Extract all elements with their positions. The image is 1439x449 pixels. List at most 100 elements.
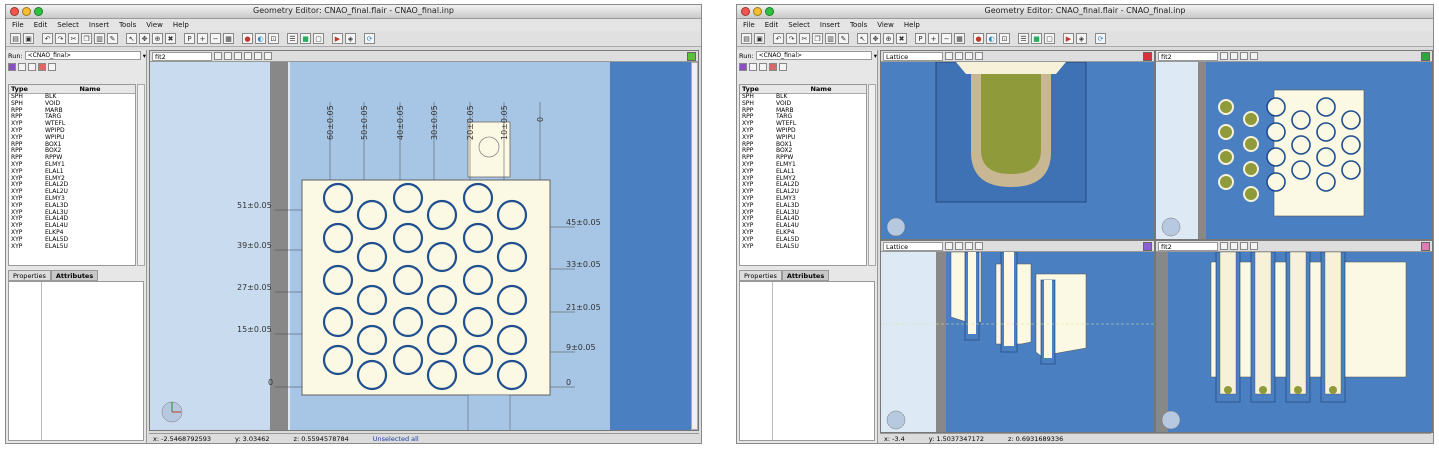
table-row[interactable]: XYP ELMY1 (9, 161, 135, 169)
table-row[interactable]: RPP TARG (9, 114, 135, 121)
table-row[interactable]: RPP MARB (9, 107, 135, 115)
table-row[interactable]: XYP ELMY2 (740, 175, 866, 183)
body-icon[interactable] (739, 62, 747, 71)
table-row[interactable]: RPP BOX2 (9, 148, 135, 155)
table-row[interactable]: XYP ELAL2D (740, 182, 866, 189)
column-header-type[interactable]: Type (9, 85, 43, 93)
viewport-top-right[interactable]: fit2 (1155, 50, 1433, 240)
viewport-option-icon[interactable] (1230, 242, 1238, 250)
table-row[interactable]: XYP ELAL3U (9, 209, 135, 217)
viewport-select[interactable]: Lattice (883, 51, 943, 61)
table-row[interactable]: XYP ELKP4 (740, 229, 866, 237)
bodies-scrollbar[interactable] (137, 84, 145, 266)
table-row[interactable]: XYP ELAL1 (740, 168, 866, 176)
table-row[interactable]: RPP MARB (740, 107, 866, 115)
menu-file[interactable]: File (12, 21, 24, 29)
table-row[interactable]: XYP WTEFL (9, 120, 135, 128)
delete-icon[interactable]: ✖ (165, 33, 176, 44)
chevron-down-icon[interactable]: ▾ (143, 52, 146, 60)
viewport-select[interactable]: fit2 (1158, 241, 1218, 251)
table-row[interactable]: XYP WPIPD (740, 127, 866, 135)
viewport-option-icon[interactable] (945, 242, 953, 250)
viewport-option-icon[interactable] (1220, 242, 1228, 250)
refresh-icon[interactable]: ⟳ (364, 33, 375, 44)
menu-help[interactable]: Help (904, 21, 920, 29)
geometry-canvas[interactable]: 60±0.05 50±0.05 40±0.05 30±0.05 20±0.05 … (150, 62, 698, 430)
table-row[interactable]: XYP ELAL3D (9, 202, 135, 210)
column-header-name[interactable]: Name (43, 85, 135, 93)
run-icon[interactable]: ▶ (332, 33, 343, 44)
viewport-color-indicator[interactable] (1143, 242, 1152, 251)
menu-file[interactable]: File (743, 21, 755, 29)
table-row[interactable]: SPH VOID (740, 100, 866, 108)
render-icon[interactable]: ● (242, 33, 253, 44)
select-icon[interactable]: ↖ (857, 33, 868, 44)
table-row[interactable]: XYP ELAL4D (740, 216, 866, 223)
table-row[interactable]: XYP WPIPU (9, 134, 135, 142)
viewport-bottom-right[interactable]: fit2 (1155, 240, 1433, 433)
lattice-icon[interactable] (28, 62, 36, 71)
tab-properties[interactable]: Properties (8, 270, 51, 281)
table-row[interactable]: XYP ELAL4U (9, 222, 135, 230)
menu-view[interactable]: View (877, 21, 894, 29)
copy-icon[interactable]: ❐ (812, 33, 823, 44)
menu-help[interactable]: Help (173, 21, 189, 29)
table-row[interactable]: XYP ELAL5D (9, 236, 135, 244)
undo-icon[interactable]: ↶ (773, 33, 784, 44)
lock-icon[interactable]: ⊡ (268, 33, 279, 44)
edit-icon[interactable]: ✎ (107, 33, 118, 44)
viewport-select[interactable]: Lattice (883, 241, 943, 251)
redo-icon[interactable]: ↷ (55, 33, 66, 44)
tab-properties[interactable]: Properties (739, 270, 782, 281)
table-row[interactable]: SPH VOID (9, 100, 135, 108)
table-row[interactable]: XYP WTEFL (740, 120, 866, 128)
viewport-color-indicator[interactable] (1143, 52, 1152, 61)
table-row[interactable]: XYP ELAL4U (740, 222, 866, 230)
viewport-option-icon[interactable] (975, 242, 983, 250)
viewport-option-icon[interactable] (1220, 52, 1228, 60)
box-icon[interactable]: ▢ (313, 33, 324, 44)
viewport-option-icon[interactable] (1240, 242, 1248, 250)
menu-edit[interactable]: Edit (34, 21, 48, 29)
viewport-select[interactable]: fit2 (1158, 51, 1218, 61)
fit2-canvas[interactable] (1156, 62, 1432, 239)
run-icon[interactable]: ▶ (1063, 33, 1074, 44)
viewport-option-icon[interactable] (214, 52, 222, 60)
viewport-main[interactable]: fit2 60±0.05 50±0.05 40±0.05 30±0.05 20±… (149, 50, 699, 431)
table-row[interactable]: XYP ELAL5U (740, 243, 866, 251)
bodies-scrollbar[interactable] (868, 84, 876, 266)
plus-icon[interactable]: + (197, 33, 208, 44)
save-icon[interactable]: ▣ (23, 33, 34, 44)
table-row[interactable]: XYP ELAL2U (740, 188, 866, 196)
table-row[interactable]: RPP RPPW (740, 154, 866, 162)
viewport-option-icon[interactable] (224, 52, 232, 60)
table-row[interactable]: XYP ELAL2U (9, 188, 135, 196)
table-row[interactable]: RPP BOX1 (9, 141, 135, 149)
viewport-option-icon[interactable] (1250, 52, 1258, 60)
viewport-option-icon[interactable] (234, 52, 242, 60)
run-select[interactable]: <CNAO_final> (755, 51, 872, 60)
minus-icon[interactable]: − (210, 33, 221, 44)
table-row[interactable]: RPP BOX1 (740, 141, 866, 149)
table-row[interactable]: RPP RPPW (9, 154, 135, 162)
plot-icon[interactable]: ◈ (1076, 33, 1087, 44)
colors-icon[interactable]: ■ (300, 33, 311, 44)
lattice-canvas[interactable] (881, 61, 1154, 239)
lattice-side-canvas[interactable] (881, 251, 1154, 432)
menu-edit[interactable]: Edit (765, 21, 779, 29)
cut-icon[interactable]: ✂ (68, 33, 79, 44)
viewport-color-indicator[interactable] (1421, 52, 1430, 61)
layers-icon[interactable]: ☰ (1018, 33, 1029, 44)
plus-icon[interactable]: + (928, 33, 939, 44)
flag-icon[interactable] (769, 62, 777, 71)
table-row[interactable]: XYP ELAL2D (9, 182, 135, 189)
table-row[interactable]: XYP ELAL5D (740, 236, 866, 244)
flag-icon[interactable] (38, 62, 46, 71)
zoom-icon[interactable]: ⊕ (152, 33, 163, 44)
delete-icon[interactable]: ✖ (896, 33, 907, 44)
column-header-name[interactable]: Name (774, 85, 866, 93)
grid-icon[interactable]: ▦ (954, 33, 965, 44)
table-row[interactable]: XYP WPIPD (9, 127, 135, 135)
menu-select[interactable]: Select (788, 21, 810, 29)
canvas-scrollbar[interactable] (691, 62, 698, 430)
